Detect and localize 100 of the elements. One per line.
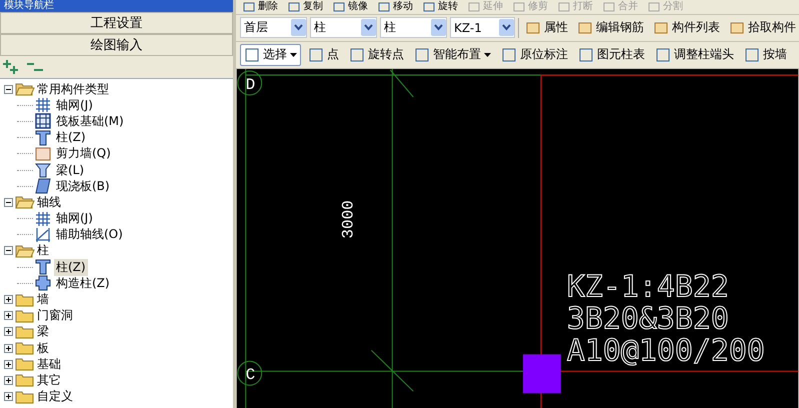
expand-toggle[interactable] xyxy=(4,311,13,320)
axis-bubble xyxy=(237,70,262,96)
expand-all-icon[interactable] xyxy=(2,60,20,74)
tree-folder-label[interactable]: 其它 xyxy=(37,372,61,389)
tree-item[interactable]: 筏板基础(M) xyxy=(54,112,126,130)
tree-item[interactable]: 柱(Z) xyxy=(54,258,88,276)
toolbar-button[interactable]: 按墙 xyxy=(741,44,790,66)
axis-label: C xyxy=(246,366,256,384)
collapse-toggle[interactable] xyxy=(4,246,13,256)
expand-toggle[interactable] xyxy=(4,376,13,385)
tree-folder-label[interactable]: 基础 xyxy=(37,356,61,373)
beam-icon xyxy=(35,162,51,178)
toolbar-button[interactable]: 构件列表 xyxy=(650,19,723,36)
tree-item[interactable]: 现浇板(B) xyxy=(54,178,112,195)
drawing-canvas[interactable]: D C 3000 KZ-1:4B22 3B20&3B20 A10@100/200 xyxy=(236,68,799,408)
grid-icon xyxy=(35,210,51,227)
dimension-text: 3000 xyxy=(339,200,358,238)
square-icon xyxy=(648,2,660,12)
nav-button[interactable]: 绘图输入 xyxy=(0,34,233,56)
tree-folder-label[interactable]: 柱 xyxy=(37,242,49,260)
square-icon xyxy=(349,46,365,63)
folder-icon xyxy=(15,308,35,323)
square-icon xyxy=(655,46,671,63)
square-icon xyxy=(729,20,745,35)
grid-panel-icon xyxy=(35,113,51,130)
toolbar-button[interactable]: 选择 xyxy=(240,44,301,66)
folder-icon xyxy=(15,390,35,404)
tree-item[interactable]: 柱(Z) xyxy=(54,129,88,146)
tick-mark xyxy=(390,69,414,98)
folder-icon xyxy=(15,292,35,307)
tree-folder-label[interactable]: 板 xyxy=(37,340,49,357)
column-marker xyxy=(522,354,561,394)
axis-icon xyxy=(35,226,51,243)
square-icon xyxy=(558,2,570,12)
tree-folder-label[interactable]: 常用构件类型 xyxy=(37,80,109,98)
square-icon xyxy=(378,2,390,12)
expand-toggle[interactable] xyxy=(4,392,13,402)
dropdown-field[interactable]: 柱 xyxy=(310,17,377,38)
tree-item[interactable]: 辅助轴线(O) xyxy=(54,226,125,244)
toolbar-button[interactable]: 调整柱端头 xyxy=(652,44,737,66)
tree-folder-label[interactable]: 自定义 xyxy=(37,388,73,406)
open-folder-icon xyxy=(15,82,35,96)
square-icon xyxy=(578,46,594,63)
square-icon xyxy=(577,20,593,35)
nav-button[interactable]: 工程设置 xyxy=(0,12,233,34)
wall-icon xyxy=(35,146,51,162)
toolbar-button[interactable]: 点 xyxy=(305,44,342,66)
dropdown-field[interactable]: 首层 xyxy=(240,17,307,38)
toolbar-button[interactable]: 拾取构件 xyxy=(726,19,799,36)
square-icon xyxy=(243,2,255,12)
axis-label: D xyxy=(246,76,256,94)
expand-toggle[interactable] xyxy=(4,295,13,304)
square-icon xyxy=(414,46,430,63)
tree-item[interactable]: 构造柱(Z) xyxy=(54,274,112,292)
tree-folder-label[interactable]: 梁 xyxy=(37,323,49,340)
toolbar-button[interactable]: 旋转点 xyxy=(346,44,407,66)
tree-item[interactable]: 梁(L) xyxy=(54,162,86,179)
expand-toggle[interactable] xyxy=(4,327,13,336)
grid-icon xyxy=(35,97,51,114)
column-icon xyxy=(35,259,51,276)
tick-mark xyxy=(370,350,414,392)
toolbar-button[interactable]: 属性 xyxy=(522,19,571,36)
folder-icon xyxy=(15,341,35,356)
slab-icon xyxy=(35,178,51,194)
collapse-all-icon[interactable] xyxy=(26,60,44,74)
toolbar-button[interactable]: 编辑钢筋 xyxy=(574,19,647,36)
open-folder-icon xyxy=(15,195,35,210)
tree-item[interactable]: 轴网(J) xyxy=(54,210,95,228)
axis-bubble xyxy=(237,360,262,386)
square-icon xyxy=(468,2,480,12)
tree-item[interactable]: 轴网(J) xyxy=(54,96,95,114)
square-icon xyxy=(288,2,300,12)
tree-item[interactable]: 剪力墙(Q) xyxy=(54,145,113,162)
tree-folder-label[interactable]: 墙 xyxy=(37,291,49,308)
toolbar-button[interactable]: 原位标注 xyxy=(498,44,571,66)
toolbar-button[interactable]: 复制 xyxy=(285,0,326,13)
dropdown-field[interactable]: 柱 xyxy=(380,17,447,38)
toolbar-button[interactable]: 镜像 xyxy=(330,0,371,13)
toolbar-button[interactable]: 智能布置 xyxy=(411,44,494,66)
square-icon xyxy=(513,2,525,12)
expand-toggle[interactable] xyxy=(4,344,13,353)
collapse-toggle[interactable] xyxy=(4,84,13,94)
tree-folder-label[interactable]: 轴线 xyxy=(37,194,61,211)
toolbar-button[interactable]: 图元柱表 xyxy=(575,44,648,66)
square-icon xyxy=(308,46,324,63)
expand-toggle[interactable] xyxy=(4,360,13,369)
toolbar-button[interactable]: 移动 xyxy=(375,0,416,13)
collapse-toggle[interactable] xyxy=(4,198,13,207)
dropdown-field[interactable]: KZ-1 xyxy=(450,17,515,38)
square-icon xyxy=(525,20,541,35)
folder-icon xyxy=(15,373,35,388)
tree-folder-label[interactable]: 门窗洞 xyxy=(37,307,73,324)
toolbar-button[interactable]: 旋转 xyxy=(420,0,461,13)
open-folder-icon xyxy=(15,244,35,258)
toolbar-button[interactable]: 删除 xyxy=(240,0,281,13)
folder-icon xyxy=(15,324,35,339)
square-icon xyxy=(501,46,517,63)
square-icon xyxy=(423,2,435,12)
square-icon xyxy=(653,20,669,35)
square-icon xyxy=(744,46,760,63)
